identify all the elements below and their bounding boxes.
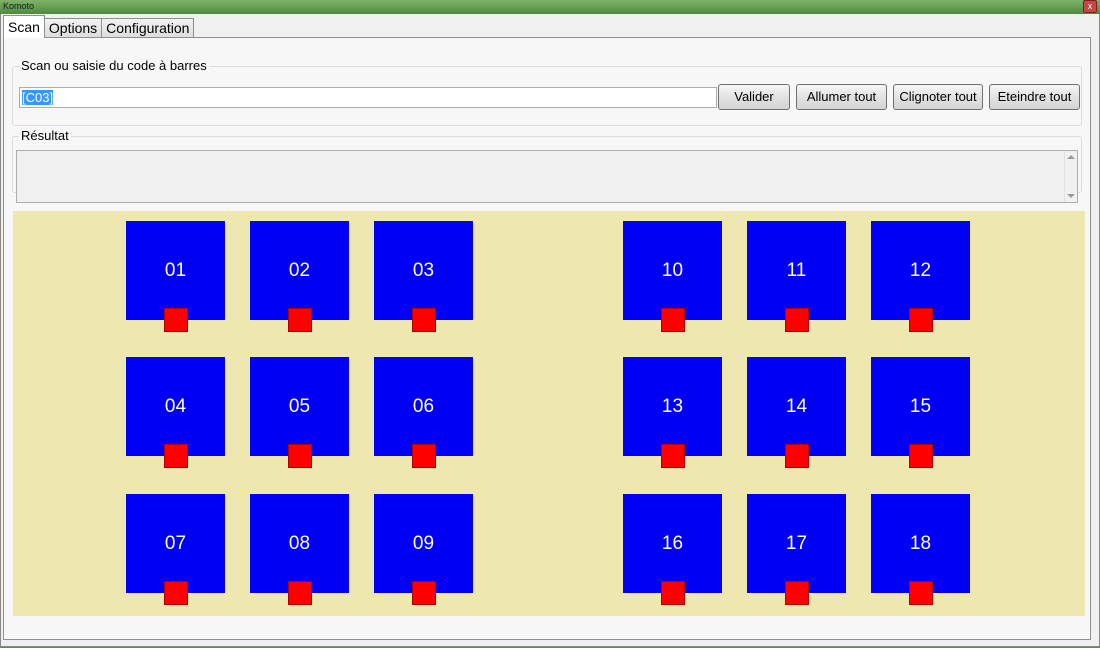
all-on-button[interactable]: Allumer tout [796,84,887,110]
bin-03[interactable]: 03 [374,221,473,320]
bin-08[interactable]: 08 [250,494,349,593]
bin-09-indicator [412,581,436,605]
bin-03-indicator [412,308,436,332]
scan-tab-panel: Scan ou saisie du code à barres [C03] Va… [3,37,1091,640]
window-title: Komoto [3,1,35,11]
bin-05[interactable]: 05 [250,357,349,456]
bin-02[interactable]: 02 [250,221,349,320]
main-window: Scan Options Configuration Scan ou saisi… [0,14,1100,647]
bin-04[interactable]: 04 [126,357,225,456]
bin-10[interactable]: 10 [623,221,722,320]
bin-12-indicator [909,308,933,332]
tab-strip: Scan Options Configuration [3,15,195,38]
result-textbox[interactable] [16,150,1078,203]
bin-06[interactable]: 06 [374,357,473,456]
all-off-button[interactable]: Eteindre tout [989,84,1080,110]
result-scrollbar[interactable] [1064,151,1077,202]
scroll-down-arrow-icon[interactable] [1067,194,1075,198]
bin-17[interactable]: 17 [747,494,846,593]
scan-group: Scan ou saisie du code à barres [C03] Va… [12,58,1082,126]
bin-18-indicator [909,581,933,605]
bin-16-indicator [661,581,685,605]
bin-16[interactable]: 16 [623,494,722,593]
barcode-input[interactable]: [C03] [19,87,717,108]
tab-options[interactable]: Options [43,18,103,38]
result-group: Résultat [12,128,1082,203]
bin-09[interactable]: 09 [374,494,473,593]
close-button[interactable]: x [1083,0,1097,13]
bin-07-indicator [164,581,188,605]
bin-05-indicator [288,444,312,468]
bin-13-indicator [661,444,685,468]
validate-button[interactable]: Valider [718,84,790,110]
bin-12[interactable]: 12 [871,221,970,320]
bin-14-indicator [785,444,809,468]
bin-13[interactable]: 13 [623,357,722,456]
bin-14[interactable]: 14 [747,357,846,456]
bin-04-indicator [164,444,188,468]
bin-01[interactable]: 01 [126,221,225,320]
bin-01-indicator [164,308,188,332]
bin-15[interactable]: 15 [871,357,970,456]
bin-08-indicator [288,581,312,605]
blink-all-button[interactable]: Clignoter tout [893,84,983,110]
bin-07[interactable]: 07 [126,494,225,593]
bin-11[interactable]: 11 [747,221,846,320]
bin-10-indicator [661,308,685,332]
bin-17-indicator [785,581,809,605]
scan-group-label: Scan ou saisie du code à barres [19,58,209,73]
tab-scan[interactable]: Scan [3,15,45,38]
tab-configuration[interactable]: Configuration [101,18,195,38]
bin-02-indicator [288,308,312,332]
bin-15-indicator [909,444,933,468]
title-bar: Komoto x [0,0,1100,14]
scroll-up-arrow-icon[interactable] [1067,155,1075,159]
bin-board: 01 02 03 04 05 06 07 08 09 10 11 12 13 1… [13,211,1085,616]
result-group-label: Résultat [19,128,71,143]
barcode-input-value: [C03] [22,90,54,105]
bin-11-indicator [785,308,809,332]
bin-06-indicator [412,444,436,468]
bin-18[interactable]: 18 [871,494,970,593]
